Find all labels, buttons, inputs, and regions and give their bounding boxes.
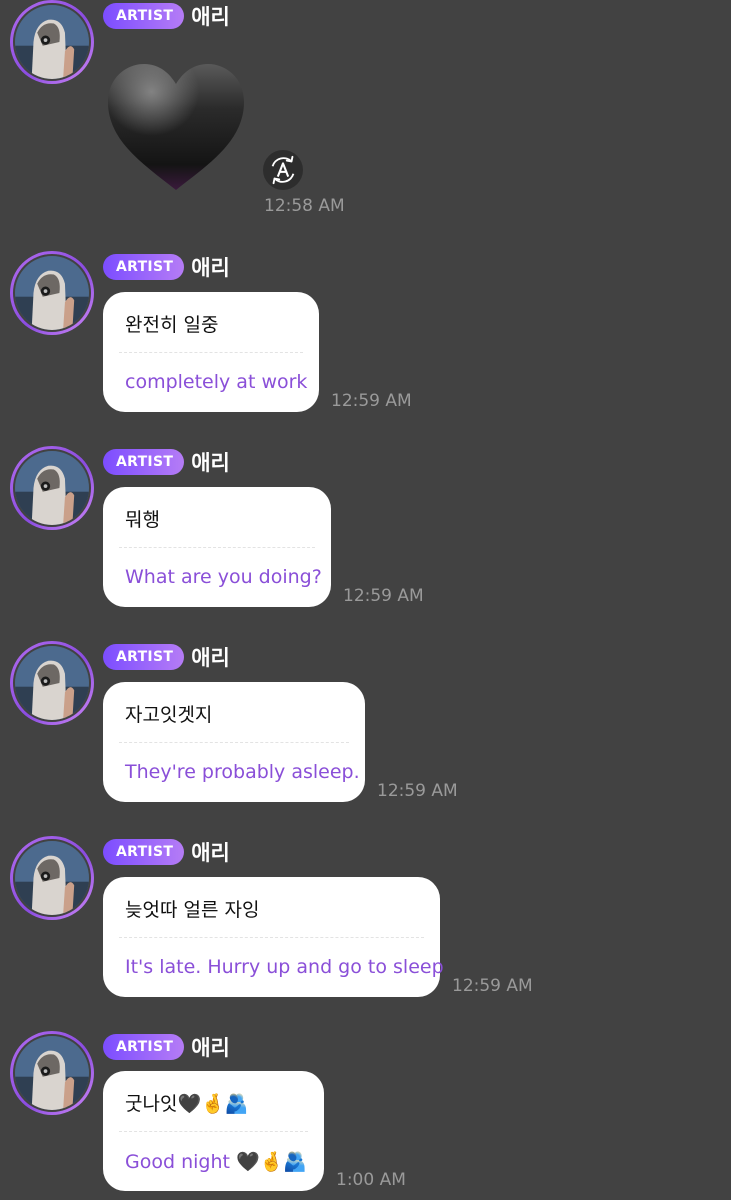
message-timestamp: 12:59 AM <box>377 781 458 801</box>
avatar-image <box>13 449 91 527</box>
sender-row: ARTIST 애리 <box>103 838 230 866</box>
avatar-image <box>13 1034 91 1112</box>
sender-row: ARTIST 애리 <box>103 253 230 281</box>
sender-name: 애리 <box>191 5 230 29</box>
translation-divider <box>119 1131 308 1132</box>
message-timestamp: 1:00 AM <box>336 1170 406 1190</box>
artist-badge: ARTIST <box>103 449 185 475</box>
translated-text: It's late. Hurry up and go to sleep <box>125 956 444 978</box>
message-bubble[interactable]: 늦엇따 얼른 자잉 It's late. Hurry up and go to … <box>103 877 444 997</box>
artist-badge: ARTIST <box>103 3 185 29</box>
message-timestamp: 12:58 AM <box>264 196 345 216</box>
sender-row: ARTIST 애리 <box>103 1033 230 1061</box>
translation-divider <box>119 937 424 938</box>
translated-text: What are you doing? <box>125 566 322 588</box>
sender-row: ARTIST 애리 <box>103 2 230 30</box>
sender-row: ARTIST 애리 <box>103 448 230 476</box>
sender-name: 애리 <box>191 841 230 865</box>
auto-translate-icon[interactable] <box>263 150 303 190</box>
original-text: 뭐행 <box>125 509 160 531</box>
artist-badge: ARTIST <box>103 644 185 670</box>
message-timestamp: 12:59 AM <box>343 586 424 606</box>
original-text: 늦엇따 얼른 자잉 <box>125 899 260 921</box>
sender-row: ARTIST 애리 <box>103 643 230 671</box>
original-text: 자고잇겟지 <box>125 704 213 726</box>
avatar[interactable] <box>10 0 94 84</box>
artist-badge: ARTIST <box>103 839 185 865</box>
avatar-image <box>13 839 91 917</box>
avatar[interactable] <box>10 446 94 530</box>
avatar-image <box>13 644 91 722</box>
avatar-image <box>13 3 91 81</box>
translation-divider <box>119 547 315 548</box>
original-text: 완전히 일중 <box>125 314 219 336</box>
translated-text: Good night 🖤🤞🫂 <box>125 1151 307 1173</box>
message-bubble[interactable]: 완전히 일중 completely at work <box>103 292 319 412</box>
translated-text: They're probably asleep. <box>125 761 360 783</box>
message-bubble[interactable]: 뭐행 What are you doing? <box>103 487 331 607</box>
avatar[interactable] <box>10 836 94 920</box>
message-bubble[interactable]: 굿나잇🖤🤞🫂 Good night 🖤🤞🫂 <box>103 1071 324 1191</box>
message-bubble[interactable]: 자고잇겟지 They're probably asleep. <box>103 682 365 802</box>
original-text: 굿나잇🖤🤞🫂 <box>125 1093 249 1115</box>
translation-divider <box>119 352 303 353</box>
sender-name: 애리 <box>191 451 230 475</box>
translated-text: completely at work <box>125 371 308 393</box>
artist-badge: ARTIST <box>103 254 185 280</box>
chat-log[interactable]: ARTIST 애리 12:58 AM ARTIST 애리 완전히 일중 comp… <box>0 0 731 1200</box>
avatar[interactable] <box>10 1031 94 1115</box>
artist-badge: ARTIST <box>103 1034 185 1060</box>
sender-name: 애리 <box>191 1036 230 1060</box>
message-timestamp: 12:59 AM <box>452 976 533 996</box>
message-timestamp: 12:59 AM <box>331 391 412 411</box>
sender-name: 애리 <box>191 646 230 670</box>
translation-divider <box>119 742 349 743</box>
sender-name: 애리 <box>191 256 230 280</box>
avatar[interactable] <box>10 641 94 725</box>
avatar[interactable] <box>10 251 94 335</box>
black-heart-icon[interactable] <box>106 62 246 194</box>
avatar-image <box>13 254 91 332</box>
